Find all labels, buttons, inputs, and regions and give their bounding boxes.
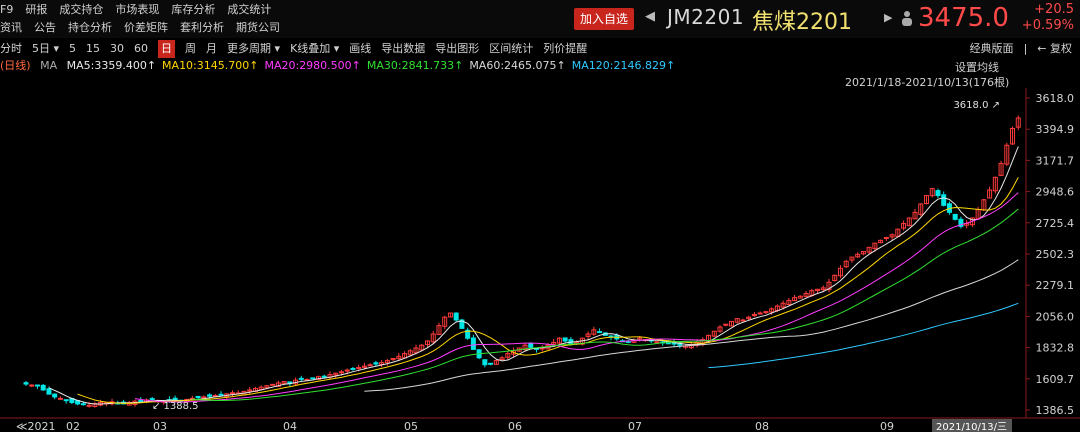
candle-body [952,213,958,220]
candle-body [195,395,201,399]
candle-body [941,194,947,206]
candle-body [350,367,356,370]
candle-body [218,393,224,396]
y-tick-label: 3171.7 [1036,154,1075,167]
candle-body [373,362,379,365]
ma20-line [134,192,1019,403]
candle-body [29,384,35,387]
y-tick-label: 3618.0 [1036,92,1075,105]
y-tick-label: 1386.5 [1036,404,1075,417]
candle-body [52,393,58,398]
y-tick-label: 2279.1 [1036,279,1075,292]
candle-body [46,388,52,395]
candle-body [57,397,63,400]
x-tick-label: ≪2021 [16,420,56,432]
candle-body [344,369,350,372]
y-tick-label: 2948.6 [1036,186,1075,199]
ma5-line [48,146,1019,405]
y-tick-label: 1832.8 [1036,342,1075,355]
candle-body [740,319,746,322]
x-tick-label: 09 [880,420,894,432]
candle-body [86,404,92,407]
candle-body [207,394,213,397]
candle-body [338,371,344,374]
x-tick-label: 03 [153,420,167,432]
candle-body [356,367,362,370]
x-tick-label: 02 [66,420,80,432]
candle-body [562,337,568,342]
candle-body [488,362,494,365]
candle-body [138,400,144,403]
candle-body [482,359,488,366]
candle-body [757,312,763,315]
x-tick-label: 06 [508,420,522,432]
min-price-label: ↙ 1388.5 [152,401,199,412]
candle-body [80,403,86,406]
max-price-label: 3618.0 ↗ [953,100,1000,111]
x-tick-label: 07 [628,420,642,432]
ma120-line [708,302,1019,369]
candle-body [270,383,276,386]
candle-body [528,342,534,348]
x-tick-label: 05 [404,420,418,432]
y-tick-label: 3394.9 [1036,123,1075,136]
candle-body [367,364,373,367]
candle-body [723,323,729,326]
candle-body [229,392,235,395]
y-tick-label: 1609.7 [1036,373,1075,386]
x-tick-label: 04 [283,420,297,432]
candle-body [149,398,155,401]
candle-body [201,396,207,399]
ma30-line [192,208,1019,401]
candle-body [453,312,459,321]
ma10-line [77,177,1019,404]
candle-body [40,384,46,391]
candle-body [470,337,476,350]
kline-chart[interactable]: 3618.0 3394.9 3171.7 2948.6 2725.4 2502.3 2279… [0,0,1080,432]
candle-body [763,311,769,314]
candle-body [298,377,304,380]
cursor-date-label: 2021/10/13/三 [936,422,1007,432]
candle-body [597,331,603,334]
candle-body [654,341,660,344]
y-tick-label: 2056.0 [1036,310,1075,323]
x-tick-label: 08 [755,420,769,432]
candle-body [935,190,941,197]
y-tick-label: 2502.3 [1036,248,1075,261]
candle-body [321,375,327,378]
candle-body [883,237,889,240]
candle-body [34,384,40,387]
candle-body [310,377,316,380]
y-tick-label: 2725.4 [1036,217,1075,230]
candle-body [23,382,29,385]
candle-body [63,399,69,402]
